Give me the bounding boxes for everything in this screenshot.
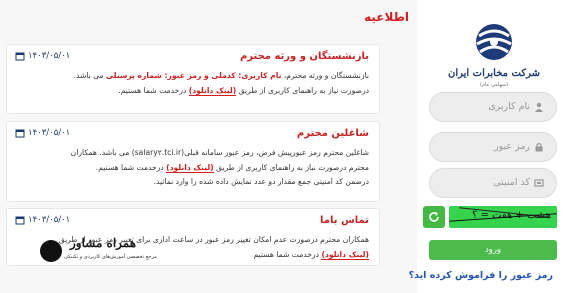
brand-mark-icon — [476, 24, 512, 60]
date-text: ۱۴۰۳/۰۵/۰۱ — [28, 215, 71, 225]
body-text: شاغلین محترم رمز عبورپیش فرض، رمز عبور س… — [70, 148, 369, 157]
download-link[interactable]: (لینک دانلود) — [321, 249, 369, 260]
body-text: درصورت نیاز به راهنمای کاربری از طریق — [236, 85, 369, 95]
password-placeholder: رمز عبور — [494, 141, 530, 152]
username-field[interactable]: نام کاربری — [429, 92, 557, 122]
calendar-icon — [15, 129, 25, 138]
watermark-sub: مرجع تخصصی آموزش‌های کاربردی و تکنیکی — [64, 254, 157, 260]
announcements-panel: اطلاعیه بازنشستگان و ورثه محترم ۱۴۰۳/۰۵/… — [0, 0, 417, 293]
body-text: درخدمت شما هستیم. — [95, 162, 167, 172]
calendar-icon — [15, 216, 25, 225]
captcha-image: هشت + هفت = ؟ — [449, 206, 557, 228]
refresh-captcha-button[interactable] — [423, 206, 445, 228]
body-text: بازنشستگان و ورثه محترم، — [281, 71, 369, 80]
announcement-heading: شاغلین محترم — [296, 128, 369, 139]
download-link[interactable]: (لینک دانلود) — [166, 162, 214, 173]
user-icon — [535, 102, 543, 112]
captcha-placeholder: کد امنیتی — [493, 177, 530, 188]
watermark-logo-icon — [40, 240, 62, 262]
body-text: محترم درصورت نیاز به راهنمای کاربری از ط… — [213, 162, 369, 172]
announcement-heading: تماس باما — [320, 215, 369, 226]
login-button[interactable]: ورود — [429, 240, 557, 260]
forgot-password-link[interactable]: رمز عبور را فراموش کرده اید؟ — [409, 270, 553, 281]
announcement-card: بازنشستگان و ورثه محترم ۱۴۰۳/۰۵/۰۱ بازنش… — [6, 44, 380, 114]
download-link[interactable]: (لینک دانلود) — [188, 85, 237, 96]
announcement-card: شاغلین محترم ۱۴۰۳/۰۵/۰۱ شاغلین محترم رمز… — [6, 121, 380, 202]
brand-logo: شرکت مخابرات ایران (سهامی عام) — [435, 22, 553, 92]
calendar-icon — [15, 52, 25, 61]
body-text: درضمن کد امنیتی جمع مقدار دو عدد نمایش د… — [153, 177, 369, 186]
lock-icon — [535, 142, 543, 152]
username-placeholder: نام کاربری — [488, 101, 530, 112]
announcements-title: اطلاعیه — [364, 10, 409, 24]
captcha-field[interactable]: کد امنیتی — [429, 168, 557, 198]
announcement-date: ۱۴۰۳/۰۵/۰۱ — [15, 128, 70, 138]
body-text: درخدمت شما هستیم. — [118, 85, 189, 95]
announcement-body: بازنشستگان و ورثه محترم، نام کاربری: کدم… — [15, 69, 369, 98]
password-field[interactable]: رمز عبور — [429, 132, 557, 162]
announcement-heading: بازنشستگان و ورثه محترم — [239, 51, 369, 62]
body-text: درخدمت شما هستیم — [253, 249, 322, 259]
watermark-title: همراه مشاور — [70, 236, 137, 250]
login-panel: شرکت مخابرات ایران (سهامی عام) نام کاربر… — [409, 0, 565, 293]
brand-name: شرکت مخابرات ایران — [448, 68, 540, 79]
announcement-date: ۱۴۰۳/۰۵/۰۱ — [15, 51, 70, 61]
refresh-icon — [429, 212, 439, 222]
brand-sub: (سهامی عام) — [480, 82, 508, 88]
date-text: ۱۴۰۳/۰۵/۰۱ — [28, 128, 71, 138]
date-text: ۱۴۰۳/۰۵/۰۱ — [28, 51, 71, 61]
announcement-body: شاغلین محترم رمز عبورپیش فرض، رمز عبور س… — [15, 146, 369, 190]
watermark: همراه مشاور مرجع تخصصی آموزش‌های کاربردی… — [38, 234, 158, 268]
shield-icon — [534, 179, 544, 187]
body-text: می باشد. — [73, 71, 106, 80]
announcement-date: ۱۴۰۳/۰۵/۰۱ — [15, 215, 70, 225]
captcha-row: هشت + هفت = ؟ — [422, 206, 557, 228]
credentials-highlight: نام کاربری: کدملی و رمز عبور: شماره پرسن… — [105, 71, 282, 80]
